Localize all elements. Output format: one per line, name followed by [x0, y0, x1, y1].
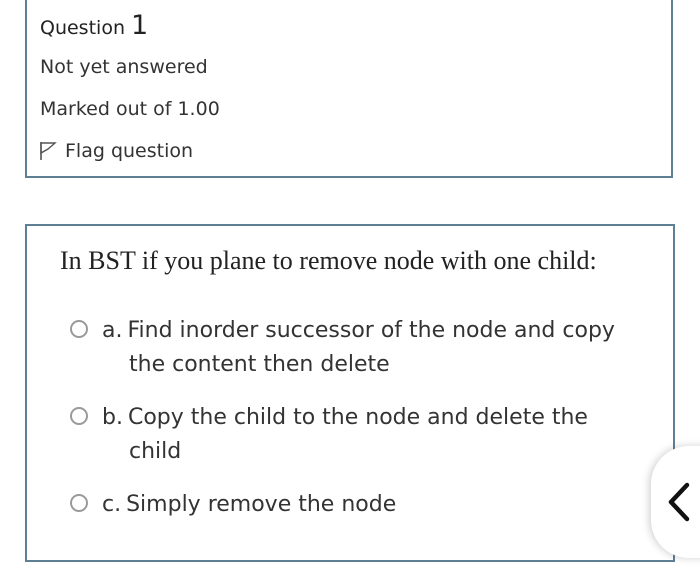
question-info-panel: Question 1 Not yet answered Marked out o… [25, 0, 673, 178]
option-a-text: a. Find inorder successor of the node and… [102, 318, 615, 377]
radio-option-b[interactable] [70, 407, 88, 425]
flag-question-link[interactable]: Flag question [39, 140, 193, 162]
option-b-text: b. Copy the child to the node and delete … [102, 405, 588, 464]
option-a[interactable]: a. Find inorder successor of the node and… [70, 314, 622, 382]
question-title-prefix: Question [40, 17, 125, 39]
radio-option-c[interactable] [70, 494, 88, 512]
question-number: 1 [131, 10, 149, 41]
answer-status: Not yet answered [40, 56, 208, 78]
question-title: Question 1 [40, 10, 148, 41]
chevron-left-icon [668, 482, 690, 522]
flag-question-label: Flag question [65, 140, 194, 162]
radio-option-a[interactable] [70, 320, 88, 338]
back-nav-button[interactable] [651, 446, 700, 558]
option-c[interactable]: c. Simply remove the node [70, 488, 622, 522]
option-b[interactable]: b. Copy the child to the node and delete … [70, 401, 622, 469]
option-c-text: c. Simply remove the node [102, 492, 397, 517]
question-prompt: In BST if you plane to remove node with … [60, 246, 597, 275]
marks-info: Marked out of 1.00 [40, 98, 220, 120]
question-content-panel: In BST if you plane to remove node with … [25, 224, 675, 562]
flag-outline-icon [40, 142, 57, 160]
